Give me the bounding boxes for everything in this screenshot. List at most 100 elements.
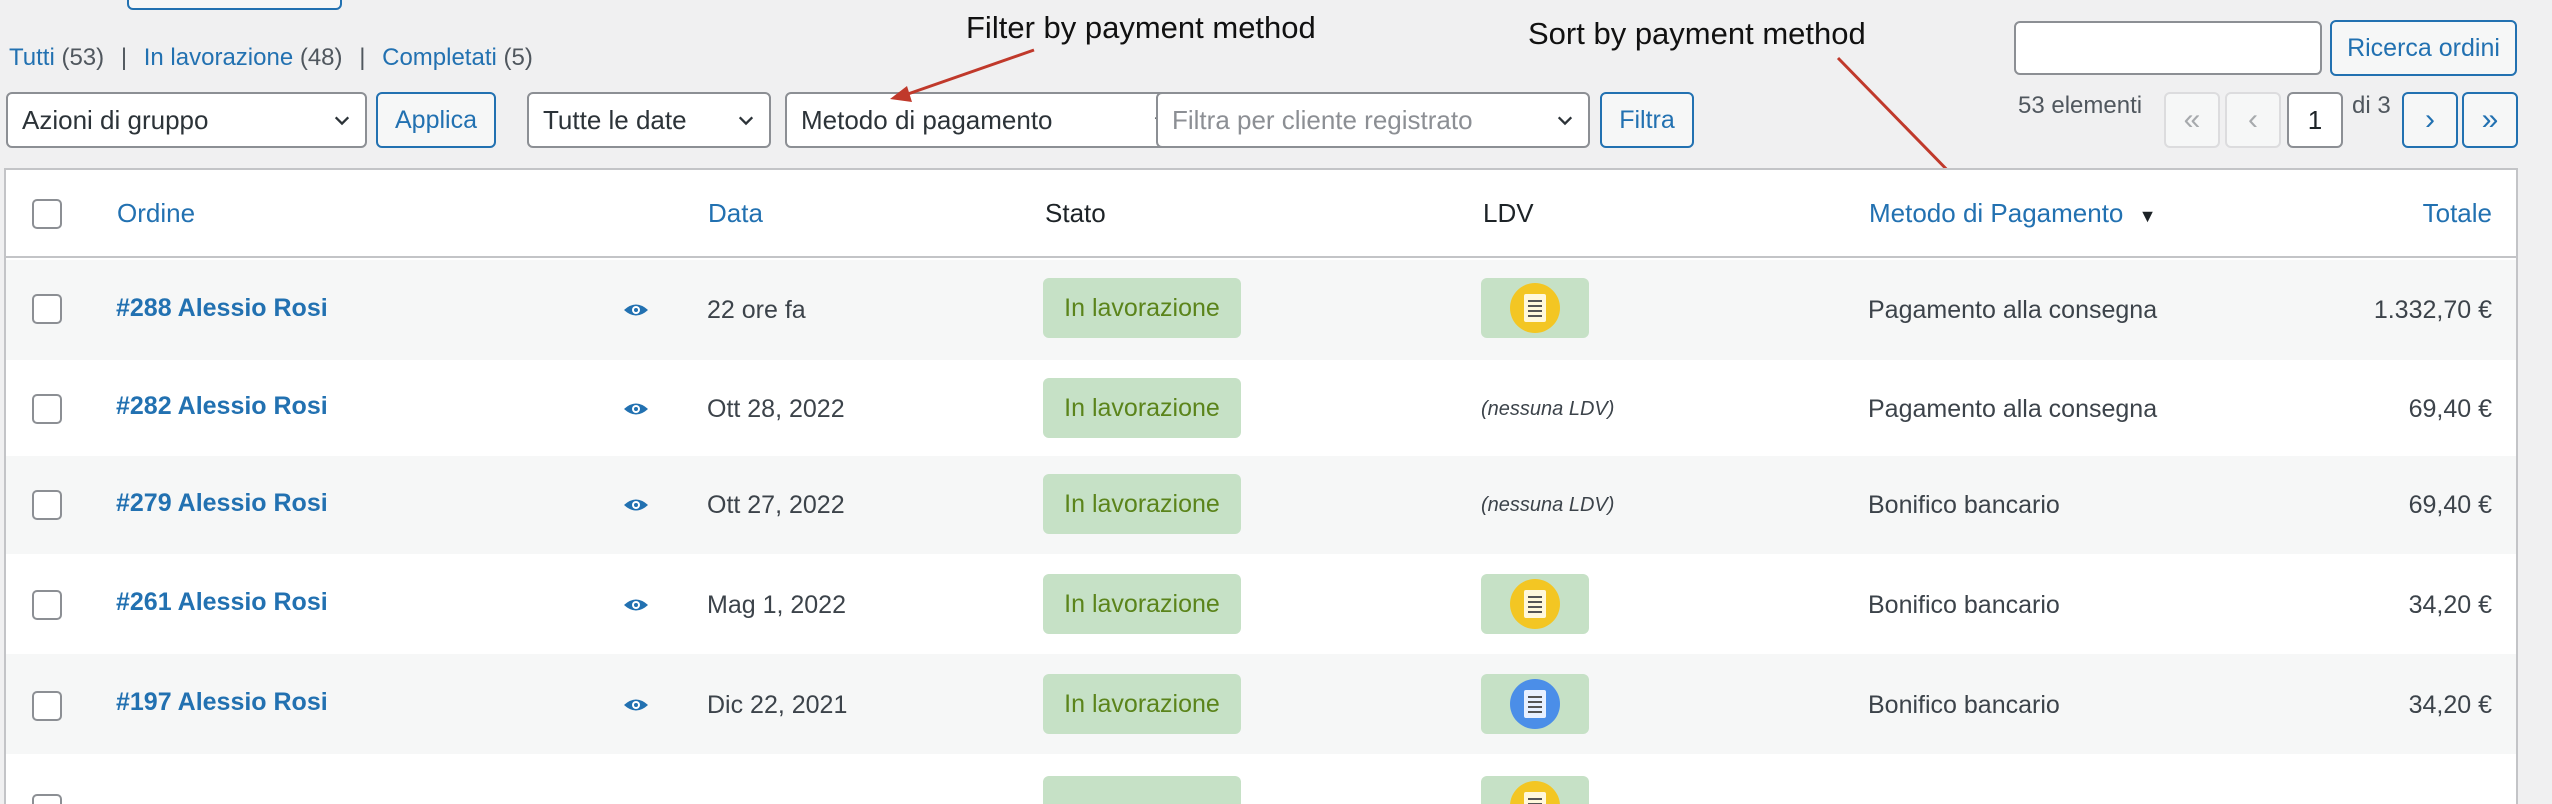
status-link-all[interactable]: Tutti [9,44,55,71]
payment-method: Bonifico bancario [1868,591,2060,619]
ldv-none-text: (nessuna LDV) [1481,398,1615,420]
table-row: #288 Alessio Rosi 22 ore fa In lavorazio… [6,260,2516,360]
order-link[interactable]: #197 Alessio Rosi [116,688,328,717]
total-pages: di 3 [2352,92,2391,119]
table-row: #282 Alessio Rosi Ott 28, 2022 In lavora… [6,360,2516,456]
filter-button[interactable]: Filtra [1600,92,1694,148]
table-header: Ordine Data Stato LDV Metodo di Pagament… [6,170,2516,258]
order-total: 34,20 € [2408,591,2492,619]
row-checkbox[interactable] [32,590,62,620]
column-total[interactable]: Totale [2423,198,2492,229]
sort-arrow-line [1836,56,1959,182]
date-filter-select[interactable]: Tutte le date [527,92,771,148]
date-filter-value: Tutte le date [543,104,687,135]
sort-desc-icon: ▼ [2138,206,2157,226]
column-ldv: LDV [1483,198,1534,228]
first-page-button[interactable]: « [2164,92,2220,148]
order-total: 1.332,70 € [2373,296,2492,324]
order-link[interactable]: #282 Alessio Rosi [116,392,328,421]
items-count: 53 elementi [2018,92,2143,119]
order-date: Ott 28, 2022 [707,395,845,423]
order-total: 34,20 € [2408,691,2492,719]
column-status: Stato [1045,198,1106,228]
payment-method: Bonifico bancario [1868,691,2060,719]
eye-icon[interactable] [622,496,650,514]
separator: | [359,44,366,71]
payment-method: Bonifico bancario [1868,491,2060,519]
filter-annotation: Filter by payment method [966,10,1316,45]
status-badge: In lavorazione [1043,674,1241,734]
column-order[interactable]: Ordine [117,198,195,229]
prev-page-button[interactable]: ‹ [2225,92,2281,148]
ldv-none-text: (nessuna LDV) [1481,494,1615,516]
next-page-button[interactable]: › [2402,92,2458,148]
status-link-completed[interactable]: Completati [382,44,497,71]
add-order-button[interactable] [127,0,342,10]
eye-icon[interactable] [622,596,650,614]
current-page-input[interactable]: 1 [2287,92,2343,148]
order-date: Mag 1, 2022 [707,591,846,619]
row-checkbox[interactable] [32,490,62,520]
order-link[interactable]: #261 Alessio Rosi [116,588,328,617]
last-page-button[interactable]: » [2462,92,2518,148]
payment-method: Pagamento alla consegna [1868,296,2158,324]
select-all-checkbox[interactable] [32,199,62,229]
chevron-down-icon [1557,116,1573,126]
status-badge: In lavorazione [1043,278,1241,338]
status-filter-links: Tutti (53) | In lavorazione (48) | Compl… [9,44,533,72]
eye-icon[interactable] [622,400,650,418]
order-total: 69,40 € [2408,491,2492,519]
table-row [6,754,2516,804]
row-checkbox[interactable] [32,294,62,324]
customer-filter-select[interactable]: Filtra per cliente registrato [1156,92,1590,148]
payment-method: Pagamento alla consegna [1868,395,2158,423]
order-date: 22 ore fa [707,296,806,324]
customer-filter-placeholder: Filtra per cliente registrato [1172,104,1473,135]
status-badge: In lavorazione [1043,574,1241,634]
status-count-all: (53) [61,44,105,71]
orders-table: Ordine Data Stato LDV Metodo di Pagament… [4,168,2518,804]
blue-document-icon [1510,679,1560,729]
column-payment-method[interactable]: Metodo di Pagamento ▼ [1869,198,2156,229]
row-checkbox[interactable] [32,691,62,721]
ldv-badge[interactable] [1481,674,1589,734]
bulk-actions-select[interactable]: Azioni di gruppo [6,92,367,148]
yellow-document-icon [1510,781,1560,804]
search-orders-input[interactable] [2014,21,2322,75]
status-badge: In lavorazione [1043,474,1241,534]
yellow-document-icon [1510,283,1560,333]
status-badge [1043,776,1241,804]
table-row: #197 Alessio Rosi Dic 22, 2021 In lavora… [6,654,2516,754]
order-date: Ott 27, 2022 [707,491,845,519]
status-count-completed: (5) [503,44,533,71]
order-total: 69,40 € [2408,395,2492,423]
table-row: #261 Alessio Rosi Mag 1, 2022 In lavoraz… [6,554,2516,654]
table-row: #279 Alessio Rosi Ott 27, 2022 In lavora… [6,456,2516,554]
bulk-actions-value: Azioni di gruppo [22,104,209,135]
order-link[interactable]: #288 Alessio Rosi [116,294,328,323]
row-checkbox[interactable] [32,394,62,424]
status-badge: In lavorazione [1043,378,1241,438]
separator: | [120,44,128,71]
yellow-document-icon [1510,579,1560,629]
eye-icon[interactable] [622,301,650,319]
payment-method-filter-value: Metodo di pagamento [801,104,1053,135]
status-count-processing: (48) [299,44,343,71]
filter-arrow-line [904,48,1035,97]
status-link-processing[interactable]: In lavorazione [144,44,293,71]
ldv-badge[interactable] [1481,776,1589,804]
ldv-badge[interactable] [1481,278,1589,338]
column-payment-method-label: Metodo di Pagamento [1869,198,2124,228]
eye-icon[interactable] [622,696,650,714]
row-checkbox[interactable] [32,794,62,804]
order-link[interactable]: #279 Alessio Rosi [116,489,328,518]
ldv-badge[interactable] [1481,574,1589,634]
search-orders-button[interactable]: Ricerca ordini [2330,20,2517,76]
payment-method-filter-select[interactable]: Metodo di pagamento [785,92,1187,148]
chevron-down-icon [334,116,350,126]
chevron-down-icon [738,116,754,126]
column-date[interactable]: Data [708,198,763,229]
sort-annotation: Sort by payment method [1528,16,1866,51]
apply-button[interactable]: Applica [376,92,496,148]
order-date: Dic 22, 2021 [707,691,848,719]
